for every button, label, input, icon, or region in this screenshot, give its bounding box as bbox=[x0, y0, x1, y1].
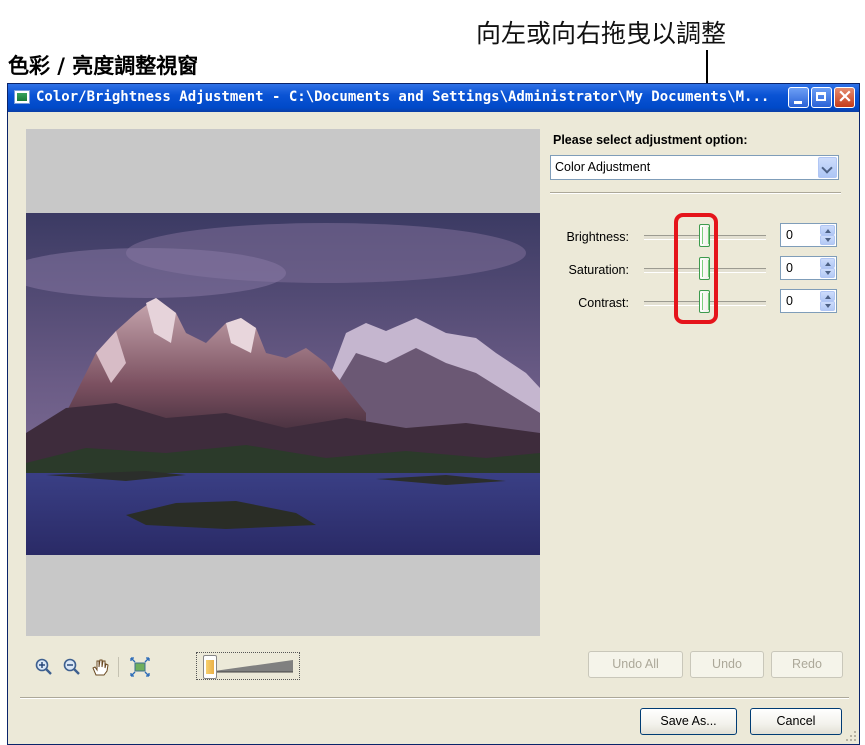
saturation-down-icon[interactable] bbox=[820, 268, 835, 278]
saturation-value[interactable]: 0 bbox=[786, 261, 793, 275]
brightness-up-icon[interactable] bbox=[820, 225, 835, 235]
minimize-button[interactable] bbox=[788, 87, 809, 108]
contrast-value[interactable]: 0 bbox=[786, 294, 793, 308]
chevron-down-icon[interactable] bbox=[818, 157, 837, 178]
zoom-in-icon[interactable] bbox=[34, 657, 54, 677]
section-title: 色彩 / 亮度調整視窗 bbox=[8, 54, 199, 78]
app-icon bbox=[14, 90, 30, 104]
contrast-down-icon[interactable] bbox=[820, 301, 835, 311]
window-title: Color/Brightness Adjustment - C:\Documen… bbox=[36, 89, 770, 105]
title-bar[interactable]: Color/Brightness Adjustment - C:\Documen… bbox=[8, 84, 859, 112]
save-as-button[interactable]: Save As... bbox=[640, 708, 737, 735]
saturation-spinbox[interactable]: 0 bbox=[780, 256, 837, 280]
resize-grip-icon[interactable] bbox=[845, 730, 857, 742]
undo-all-button[interactable]: Undo All bbox=[588, 651, 683, 678]
redo-button[interactable]: Redo bbox=[771, 651, 843, 678]
drag-instruction-callout: 向左或向右拖曳以調整 bbox=[476, 19, 727, 48]
close-icon: × bbox=[837, 85, 853, 107]
zoom-slider-thumb[interactable] bbox=[203, 655, 217, 679]
toolbar-divider bbox=[118, 657, 119, 677]
contrast-up-icon[interactable] bbox=[820, 291, 835, 301]
brightness-spinbox[interactable]: 0 bbox=[780, 223, 837, 247]
color-brightness-window: Color/Brightness Adjustment - C:\Documen… bbox=[7, 83, 860, 745]
adjustment-option-dropdown[interactable]: Color Adjustment bbox=[550, 155, 839, 180]
fit-to-window-icon[interactable] bbox=[130, 657, 150, 677]
brightness-label: Brightness: bbox=[566, 230, 629, 244]
zoom-slider[interactable] bbox=[196, 652, 300, 680]
contrast-spinbox[interactable]: 0 bbox=[780, 289, 837, 313]
close-button[interactable]: × bbox=[834, 85, 855, 108]
saturation-up-icon[interactable] bbox=[820, 258, 835, 268]
contrast-label: Contrast: bbox=[578, 296, 629, 310]
undo-button[interactable]: Undo bbox=[690, 651, 764, 678]
zoom-slider-track bbox=[207, 660, 293, 673]
cancel-button[interactable]: Cancel bbox=[750, 708, 842, 735]
brightness-down-icon[interactable] bbox=[820, 235, 835, 245]
slider-highlight-box bbox=[674, 213, 718, 324]
image-preview[interactable] bbox=[26, 129, 540, 636]
selected-option: Color Adjustment bbox=[555, 160, 651, 174]
hand-icon[interactable] bbox=[90, 657, 110, 677]
footer-divider bbox=[20, 697, 849, 699]
saturation-label: Saturation: bbox=[568, 263, 629, 277]
zoom-out-icon[interactable] bbox=[62, 657, 82, 677]
adjustment-option-label: Please select adjustment option: bbox=[553, 133, 748, 147]
preview-photo bbox=[26, 213, 540, 555]
maximize-button[interactable] bbox=[811, 87, 832, 108]
panel-divider bbox=[550, 192, 841, 194]
brightness-value[interactable]: 0 bbox=[786, 228, 793, 242]
